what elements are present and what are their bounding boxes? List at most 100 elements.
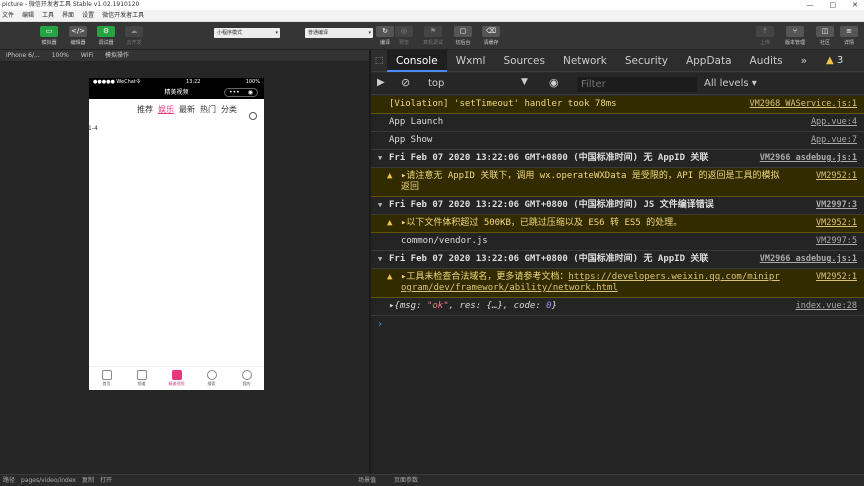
obj-prefix: ▸{msg:: [389, 301, 427, 311]
expand-caret-icon[interactable]: ▼: [378, 153, 382, 164]
source-link[interactable]: VM2952:1: [816, 218, 857, 229]
version-label: 版本管理: [784, 40, 805, 46]
tab-entertainment[interactable]: 娱乐: [158, 104, 174, 114]
simulator-button[interactable]: ▭ 模拟器: [34, 26, 64, 46]
device-select[interactable]: iPhone 6/...: [0, 50, 46, 61]
source-link[interactable]: VM2997:5: [816, 236, 857, 247]
console-line: App Launch App.vue:4: [371, 114, 864, 132]
source-link[interactable]: VM2968 WAService.js:1: [750, 99, 857, 110]
network-select[interactable]: WiFi: [75, 50, 99, 61]
console-object-line[interactable]: ▸{msg: "ok", res: {…}, code: 0} index.vu…: [371, 298, 864, 316]
page-path: pages/video/index: [21, 477, 76, 484]
console-text-prefix: ▸工具未检查合法域名，更多请参考文档：: [401, 272, 569, 282]
console-prompt[interactable]: ›: [371, 316, 864, 333]
background-button[interactable]: ▢ 切后台: [448, 26, 478, 46]
details-icon: ≡: [840, 26, 858, 37]
window-title: picture - 微信开发者工具 Stable v1.02.1910120: [2, 1, 140, 8]
page-params-label[interactable]: 页面参数: [391, 475, 421, 486]
tab-hot[interactable]: 热门: [200, 104, 216, 114]
source-link[interactable]: VM2966 asdebug.js:1: [760, 153, 857, 164]
console-text: common/vendor.js: [401, 236, 488, 246]
source-link[interactable]: VM2966 asdebug.js:1: [760, 254, 857, 265]
version-button[interactable]: ⑂ 版本管理: [780, 26, 810, 46]
upload-label: 上传: [759, 40, 770, 46]
console-group[interactable]: ▼ Fri Feb 07 2020 13:22:06 GMT+0800 (中国标…: [371, 251, 864, 269]
tabbar-channel[interactable]: 频道: [127, 367, 157, 390]
tab-recommend[interactable]: 推荐: [137, 104, 153, 114]
search-icon[interactable]: [249, 112, 257, 120]
console-group[interactable]: ▼ Fri Feb 07 2020 13:22:06 GMT+0800 (中国标…: [371, 197, 864, 215]
levels-select[interactable]: All levels ▾: [704, 78, 757, 89]
warning-counter[interactable]: ▲ 3: [826, 55, 843, 66]
background-label: 切后台: [455, 40, 471, 46]
source-link[interactable]: App.vue:7: [811, 135, 857, 146]
remote-debug-button[interactable]: ⚑ 真机调试: [418, 26, 448, 46]
tab-category[interactable]: 分类: [221, 104, 237, 114]
source-link[interactable]: App.vue:4: [811, 117, 857, 128]
more-icon[interactable]: •••: [229, 86, 240, 99]
menu-settings[interactable]: 设置: [82, 10, 94, 21]
path-label: 路径: [3, 477, 16, 484]
carrier-text: ●●●●● WeChat令: [93, 79, 141, 85]
open-link[interactable]: 打开: [97, 475, 115, 486]
editor-button[interactable]: </> 编辑器: [63, 26, 93, 46]
zoom-select[interactable]: 100%: [46, 50, 75, 61]
scene-label[interactable]: 场景值: [355, 475, 379, 486]
more-tabs-icon[interactable]: »: [792, 50, 816, 72]
upload-button[interactable]: ↑ 上传: [750, 26, 780, 46]
menu-tools[interactable]: 工具: [42, 10, 54, 21]
preview-button[interactable]: ◎ 预览: [389, 26, 419, 46]
inspect-icon[interactable]: ⬚: [371, 50, 387, 72]
source-link[interactable]: VM2952:1: [816, 171, 857, 182]
debugger-button[interactable]: ⚙ 调试器: [91, 26, 121, 46]
source-link[interactable]: VM2997:3: [816, 200, 857, 211]
warning-count: 3: [836, 55, 844, 66]
expand-caret-icon[interactable]: ▼: [378, 254, 382, 265]
close-target-icon[interactable]: ◉: [248, 86, 253, 99]
expand-caret-icon[interactable]: ▼: [378, 200, 382, 211]
tabbar-home[interactable]: 首页: [92, 367, 122, 390]
context-select[interactable]: top: [428, 78, 444, 89]
cloud-button[interactable]: ☁ 云开发: [119, 26, 149, 46]
clear-cache-icon: ⌫: [482, 26, 500, 37]
source-link[interactable]: index.vue:28: [796, 301, 857, 312]
minimize-icon[interactable]: —: [807, 0, 814, 10]
close-icon[interactable]: ✕: [852, 0, 858, 10]
tab-sources[interactable]: Sources: [494, 50, 554, 72]
menu-view[interactable]: 界面: [62, 10, 74, 21]
clear-cache-button[interactable]: ⌫ 清缓存: [476, 26, 506, 46]
eye-icon[interactable]: ◉: [549, 76, 559, 89]
menu-devtools[interactable]: 微信开发者工具: [102, 10, 144, 21]
copy-link[interactable]: 复制: [79, 475, 97, 486]
console-warning: ▲ ▸以下文件体积超过 500KB，已跳过压缩以及 ES6 转 ES5 的处理。…: [371, 215, 864, 233]
clear-console-icon[interactable]: ⊘: [401, 76, 410, 89]
tab-network[interactable]: Network: [554, 50, 616, 72]
details-button[interactable]: ≡ 详情: [834, 26, 864, 46]
menu-edit[interactable]: 编辑: [22, 10, 34, 21]
tab-appdata[interactable]: AppData: [677, 50, 741, 72]
context-dropdown-icon[interactable]: ▼: [521, 77, 528, 87]
mode-select[interactable]: 小程序模式: [214, 28, 280, 38]
user-icon: [241, 370, 252, 380]
tab-wxml[interactable]: Wxml: [447, 50, 495, 72]
tab-audits[interactable]: Audits: [741, 50, 792, 72]
simulate-op-select[interactable]: 模拟操作: [99, 50, 135, 61]
tabbar-me[interactable]: 我的: [232, 367, 262, 390]
maximize-icon[interactable]: □: [830, 0, 837, 10]
tab-security[interactable]: Security: [616, 50, 677, 72]
console-text: App Show: [389, 135, 433, 145]
tab-console[interactable]: Console: [387, 49, 447, 72]
tabbar-video[interactable]: 精美视频: [162, 367, 192, 390]
console-group[interactable]: ▼ Fri Feb 07 2020 13:22:06 GMT+0800 (中国标…: [371, 150, 864, 168]
tab-latest[interactable]: 最新: [179, 104, 195, 114]
capsule-button[interactable]: ••• ◉: [224, 88, 258, 97]
filter-input[interactable]: Filter: [577, 77, 697, 92]
source-link[interactable]: VM2952:1: [816, 272, 857, 283]
menu-bar: 文件 编辑 工具 界面 设置 微信开发者工具: [0, 10, 864, 22]
object-preview[interactable]: ▸{msg: "ok", res: {…}, code: 0}: [389, 301, 557, 311]
menu-file[interactable]: 文件: [2, 10, 14, 21]
console-text: Fri Feb 07 2020 13:22:06 GMT+0800 (中国标准时…: [389, 254, 709, 264]
compile-select[interactable]: 普通编译: [305, 28, 373, 38]
sidebar-toggle-icon[interactable]: ▶: [377, 77, 385, 88]
tabbar-search[interactable]: 搜索: [197, 367, 227, 390]
